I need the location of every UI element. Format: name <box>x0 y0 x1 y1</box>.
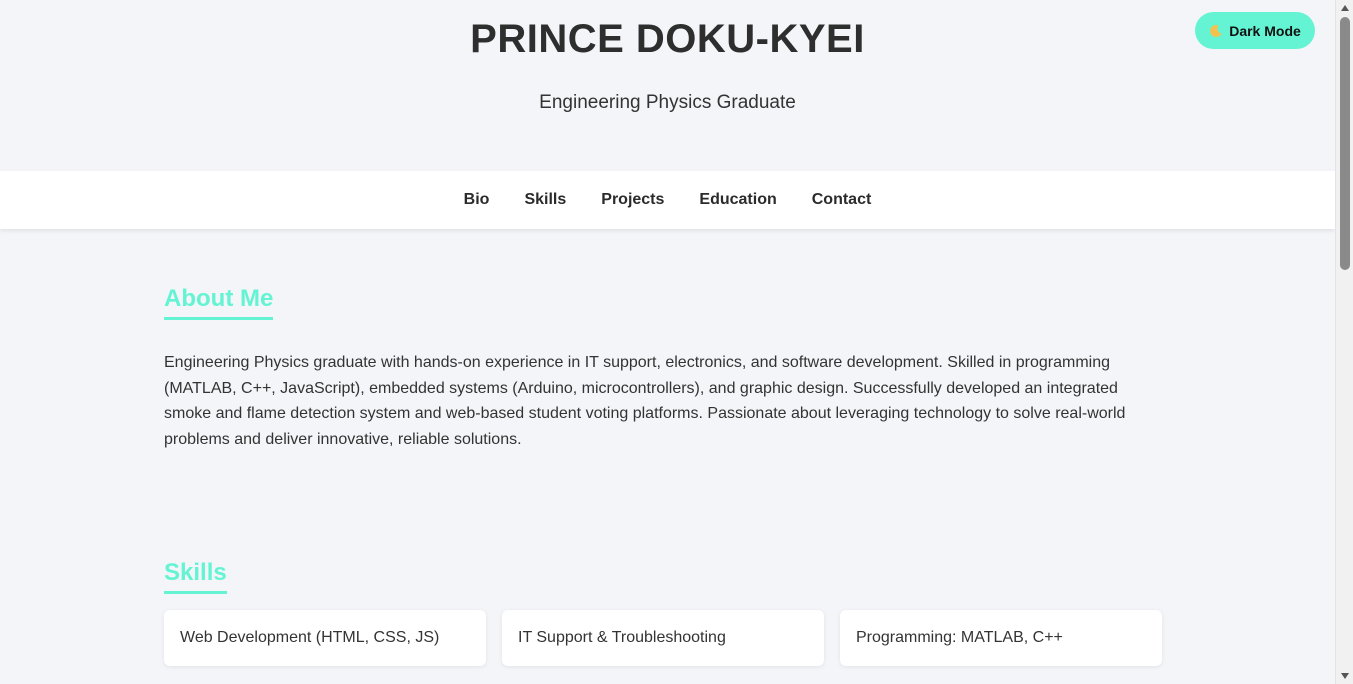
about-section: About Me Engineering Physics graduate wi… <box>164 285 1164 452</box>
scroll-up-arrow-icon[interactable] <box>1336 0 1353 16</box>
nav-item-contact[interactable]: Contact <box>812 191 872 209</box>
nav-item-projects[interactable]: Projects <box>601 191 664 209</box>
main-nav: Bio Skills Projects Education Contact <box>0 171 1335 229</box>
hero-header: PRINCE DOKU-KYEI Engineering Physics Gra… <box>0 0 1335 171</box>
skills-section: Skills Web Development (HTML, CSS, JS) I… <box>164 559 1164 666</box>
skill-card: IT Support & Troubleshooting <box>502 610 824 666</box>
dark-mode-label: Dark Mode <box>1229 22 1301 39</box>
page-subtitle: Engineering Physics Graduate <box>539 92 796 113</box>
page-title: PRINCE DOKU-KYEI <box>470 17 865 61</box>
nav-item-bio[interactable]: Bio <box>464 191 490 209</box>
nav-item-education[interactable]: Education <box>699 191 776 209</box>
skills-heading: Skills <box>164 559 227 594</box>
skill-card: Web Development (HTML, CSS, JS) <box>164 610 486 666</box>
vertical-scrollbar[interactable] <box>1335 0 1353 684</box>
scroll-down-arrow-icon[interactable] <box>1336 668 1353 684</box>
portfolio-page: PRINCE DOKU-KYEI Engineering Physics Gra… <box>0 0 1335 684</box>
scrollbar-thumb[interactable] <box>1340 17 1350 270</box>
browser-viewport: PRINCE DOKU-KYEI Engineering Physics Gra… <box>0 0 1353 684</box>
skill-card: Programming: MATLAB, C++ <box>840 610 1162 666</box>
moon-icon <box>1209 24 1223 38</box>
nav-item-skills[interactable]: Skills <box>524 191 566 209</box>
about-heading: About Me <box>164 285 274 320</box>
dark-mode-button[interactable]: Dark Mode <box>1195 12 1315 49</box>
about-text: Engineering Physics graduate with hands-… <box>164 354 1126 448</box>
skills-grid: Web Development (HTML, CSS, JS) IT Suppo… <box>164 610 1164 666</box>
